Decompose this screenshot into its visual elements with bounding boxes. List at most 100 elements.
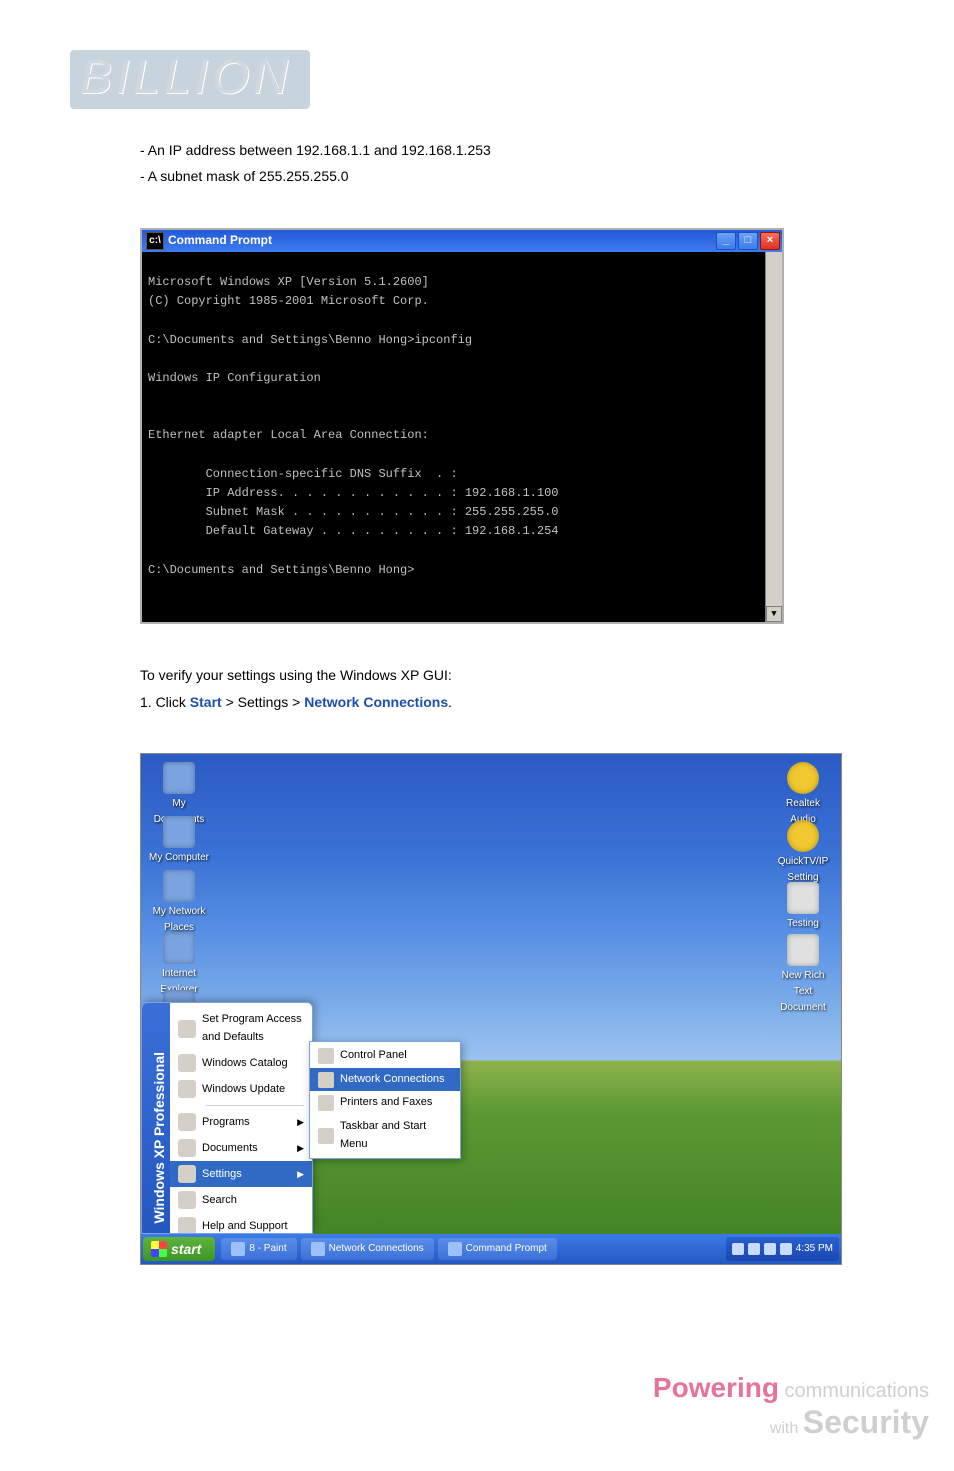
document-icon bbox=[787, 934, 819, 966]
start-item-programs[interactable]: Programs ▶ bbox=[170, 1109, 312, 1135]
document-content: - An IP address between 192.168.1.1 and … bbox=[0, 109, 954, 1265]
chevron-right-icon: ▶ bbox=[297, 1141, 304, 1155]
tray-icon bbox=[732, 1243, 744, 1255]
command-prompt-titlebar[interactable]: c:\ Command Prompt _ □ × bbox=[142, 230, 782, 252]
desktop-icon-realtek[interactable]: Realtek Audio bbox=[773, 762, 833, 828]
command-prompt-body[interactable]: Microsoft Windows XP [Version 5.1.2600] … bbox=[142, 252, 782, 623]
footer-with: with bbox=[770, 1420, 803, 1437]
start-menu-sidebar: Windows XP Professional bbox=[142, 1003, 170, 1233]
start-item-label: Settings bbox=[202, 1166, 242, 1184]
start-item-help[interactable]: Help and Support bbox=[170, 1213, 312, 1234]
submenu-label: Control Panel bbox=[340, 1047, 407, 1065]
network-icon bbox=[311, 1242, 325, 1256]
taskbar-button-network-connections[interactable]: Network Connections bbox=[301, 1238, 434, 1260]
step-line: 1. Click Start > Settings > Network Conn… bbox=[140, 691, 884, 713]
scroll-thumb[interactable] bbox=[766, 268, 782, 607]
taskbar-button-command-prompt[interactable]: Command Prompt bbox=[438, 1238, 557, 1260]
intro-line-1: - An IP address between 192.168.1.1 and … bbox=[140, 139, 884, 161]
start-item-search[interactable]: Search bbox=[170, 1187, 312, 1213]
maximize-button[interactable]: □ bbox=[738, 232, 758, 250]
start-item-label: Set Program Access and Defaults bbox=[202, 1011, 304, 1046]
start-menu-sidebar-text: Windows XP Professional bbox=[148, 1052, 170, 1224]
command-prompt-window: c:\ Command Prompt _ □ × Microsoft Windo… bbox=[140, 228, 784, 625]
cmd-line: Microsoft Windows XP [Version 5.1.2600] bbox=[148, 275, 429, 289]
cmd-icon bbox=[448, 1242, 462, 1256]
start-item-settings[interactable]: Settings ▶ bbox=[170, 1161, 312, 1187]
submenu-network-connections[interactable]: Network Connections bbox=[310, 1068, 460, 1092]
cmd-line: Windows IP Configuration bbox=[148, 371, 321, 385]
taskbar[interactable]: start 8 - Paint Network Connections Comm… bbox=[141, 1234, 841, 1264]
start-button[interactable]: start bbox=[143, 1237, 215, 1261]
submenu-control-panel[interactable]: Control Panel bbox=[310, 1044, 460, 1068]
desktop-icon-internet-explorer[interactable]: Internet Explorer bbox=[149, 932, 209, 998]
start-item-set-program-access[interactable]: Set Program Access and Defaults bbox=[170, 1007, 312, 1050]
start-item-windows-catalog[interactable]: Windows Catalog bbox=[170, 1050, 312, 1076]
close-button[interactable]: × bbox=[760, 232, 780, 250]
start-item-label: Windows Update bbox=[202, 1081, 285, 1099]
submenu-label: Taskbar and Start Menu bbox=[340, 1118, 452, 1153]
desktop-icon-my-computer[interactable]: My Computer bbox=[149, 816, 209, 866]
chevron-right-icon: ▶ bbox=[297, 1167, 304, 1181]
start-item-label: Documents bbox=[202, 1140, 258, 1158]
step-net: Network Connections bbox=[304, 694, 448, 710]
cmd-line: Connection-specific DNS Suffix . : bbox=[148, 467, 458, 481]
start-item-label: Search bbox=[202, 1192, 237, 1210]
tray-clock: 4:35 PM bbox=[796, 1241, 833, 1257]
update-icon bbox=[178, 1080, 196, 1098]
desktop-icon-new-rtf[interactable]: New Rich Text Document bbox=[773, 934, 833, 1016]
help-icon bbox=[178, 1217, 196, 1234]
tray-icon bbox=[780, 1243, 792, 1255]
cmd-line: (C) Copyright 1985-2001 Microsoft Corp. bbox=[148, 294, 429, 308]
cmd-line: Default Gateway . . . . . . . . . : 192.… bbox=[148, 524, 558, 538]
cmd-line: C:\Documents and Settings\Benno Hong> bbox=[148, 563, 414, 577]
submenu-printers-faxes[interactable]: Printers and Faxes bbox=[310, 1091, 460, 1115]
scroll-down-arrow-icon[interactable]: ▼ bbox=[766, 606, 782, 622]
audio-icon bbox=[787, 762, 819, 794]
start-item-label: Help and Support bbox=[202, 1218, 288, 1235]
taskbar-button-paint[interactable]: 8 - Paint bbox=[221, 1238, 296, 1260]
start-item-label: Programs bbox=[202, 1114, 250, 1132]
tray-icon bbox=[748, 1243, 760, 1255]
step-start: Start bbox=[190, 694, 222, 710]
settings-submenu[interactable]: Control Panel Network Connections Printe… bbox=[309, 1041, 461, 1159]
intro-line-2: - A subnet mask of 255.255.255.0 bbox=[140, 165, 884, 187]
network-icon bbox=[163, 870, 195, 902]
start-item-label: Windows Catalog bbox=[202, 1055, 288, 1073]
taskbar-button-label: 8 - Paint bbox=[249, 1241, 286, 1257]
scrollbar[interactable]: ▲ ▼ bbox=[765, 252, 782, 623]
paint-icon bbox=[231, 1242, 245, 1256]
desktop-icon-testing[interactable]: Testing bbox=[773, 882, 833, 932]
desktop-icon-label: New Rich Text Document bbox=[773, 968, 833, 1016]
cmd-line: C:\Documents and Settings\Benno Hong>ipc… bbox=[148, 333, 472, 347]
command-prompt-icon: c:\ bbox=[146, 232, 164, 250]
chevron-right-icon: ▶ bbox=[297, 1115, 304, 1129]
start-item-documents[interactable]: Documents ▶ bbox=[170, 1135, 312, 1161]
shortcut-icon bbox=[787, 882, 819, 914]
cmd-line: IP Address. . . . . . . . . . . . : 192.… bbox=[148, 486, 558, 500]
desktop-icon-label: Testing bbox=[773, 916, 833, 932]
separator bbox=[206, 1105, 304, 1106]
windows-logo-icon bbox=[151, 1241, 167, 1257]
command-prompt-title: Command Prompt bbox=[168, 231, 716, 250]
desktop-icon-label: My Computer bbox=[149, 850, 209, 866]
system-tray[interactable]: 4:35 PM bbox=[726, 1237, 839, 1261]
cmd-line: Ethernet adapter Local Area Connection: bbox=[148, 428, 429, 442]
settings-icon bbox=[178, 1165, 196, 1183]
start-item-windows-update[interactable]: Windows Update bbox=[170, 1076, 312, 1102]
desktop-icon-quicktv[interactable]: QuickTV/IP Setting bbox=[773, 820, 833, 886]
search-icon bbox=[178, 1191, 196, 1209]
minimize-button[interactable]: _ bbox=[716, 232, 736, 250]
verify-line: To verify your settings using the Window… bbox=[140, 664, 884, 686]
brand-logo: BILLION bbox=[70, 50, 310, 109]
folder-icon bbox=[163, 762, 195, 794]
start-menu[interactable]: Windows XP Professional Set Program Acce… bbox=[141, 1002, 313, 1234]
program-access-icon bbox=[178, 1020, 196, 1038]
network-connections-icon bbox=[318, 1072, 334, 1088]
submenu-taskbar-start-menu[interactable]: Taskbar and Start Menu bbox=[310, 1115, 460, 1156]
footer-tagline: Powering communications with Security bbox=[653, 1372, 954, 1441]
desktop-icon-my-network-places[interactable]: My Network Places bbox=[149, 870, 209, 936]
documents-icon bbox=[178, 1139, 196, 1157]
tv-icon bbox=[787, 820, 819, 852]
tray-icon bbox=[764, 1243, 776, 1255]
catalog-icon bbox=[178, 1054, 196, 1072]
